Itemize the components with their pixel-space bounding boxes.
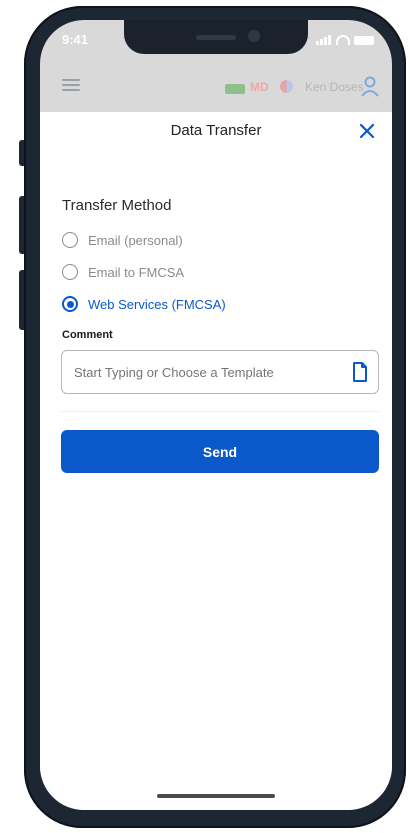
- user-name[interactable]: Ken Doses: [305, 80, 364, 94]
- phone-screen: 9:41 MD Ken Doses Data Transfer Transfer…: [40, 20, 392, 810]
- option-label: Email to FMCSA: [88, 264, 185, 280]
- option-email-fmcsa[interactable]: Email to FMCSA: [62, 261, 184, 283]
- truck-icon: [225, 84, 245, 94]
- option-web-services[interactable]: Web Services (FMCSA): [62, 293, 226, 315]
- wifi-icon: [336, 35, 350, 45]
- flag-icon: [280, 80, 293, 93]
- divider: [61, 411, 379, 412]
- status-icons: [316, 35, 374, 45]
- option-label: Email (personal): [88, 232, 183, 248]
- driver-code: MD: [250, 80, 269, 94]
- transfer-method-label: Transfer Method: [62, 197, 172, 214]
- comment-input[interactable]: [72, 363, 352, 381]
- option-email-personal[interactable]: Email (personal): [62, 229, 183, 251]
- radio-button[interactable]: [62, 264, 78, 280]
- radio-button[interactable]: [62, 232, 78, 248]
- data-transfer-modal: Data Transfer Transfer Method Email (per…: [40, 112, 392, 810]
- status-bar: 9:41: [40, 32, 392, 52]
- user-icon[interactable]: [360, 76, 380, 98]
- battery-icon: [354, 35, 374, 45]
- modal-title: Data Transfer: [170, 122, 262, 139]
- close-icon[interactable]: [356, 120, 378, 142]
- radio-button-selected[interactable]: [62, 296, 78, 312]
- app-bar: MD Ken Doses: [40, 70, 392, 104]
- send-button[interactable]: Send: [61, 430, 379, 473]
- comment-label: Comment: [62, 329, 113, 341]
- home-indicator: [157, 794, 275, 798]
- modal-header: Data Transfer: [40, 112, 392, 152]
- document-icon[interactable]: [352, 362, 368, 382]
- hamburger-icon[interactable]: [62, 79, 80, 93]
- signal-icon: [316, 35, 332, 45]
- comment-field[interactable]: [61, 350, 379, 394]
- option-label: Web Services (FMCSA): [88, 296, 226, 312]
- status-time: 9:41: [62, 32, 89, 47]
